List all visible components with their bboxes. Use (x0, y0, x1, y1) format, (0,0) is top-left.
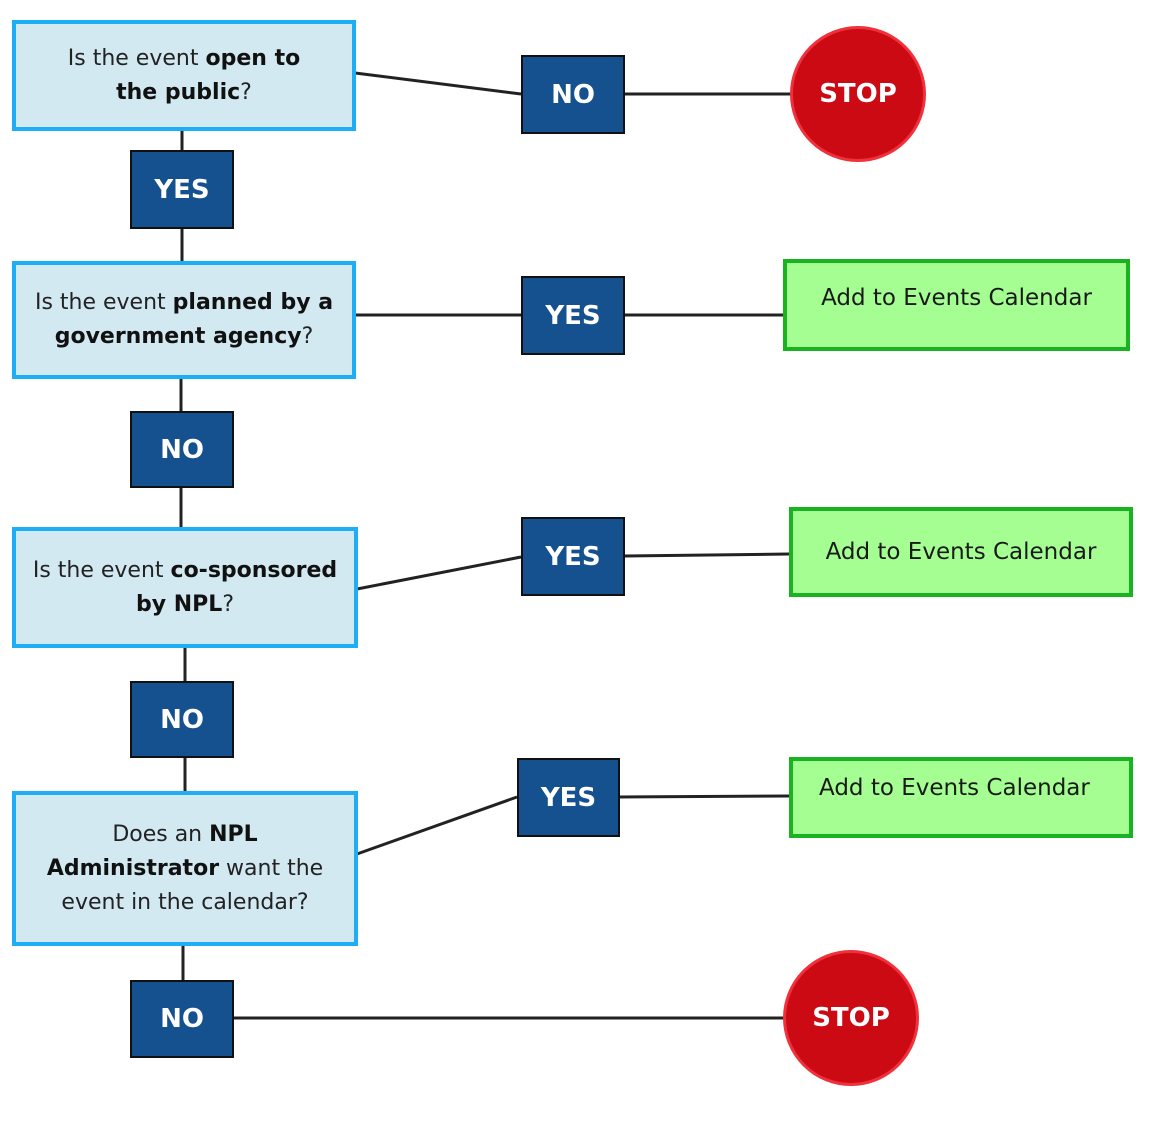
action-text: Add to Events Calendar (821, 285, 1092, 311)
add-to-calendar-node: Add to Events Calendar (789, 507, 1133, 597)
yes-label: YES (130, 150, 234, 229)
question-co-sponsored: Is the event co-sponsored by NPL? (12, 527, 358, 648)
action-text: Add to Events Calendar (819, 775, 1090, 801)
connector (356, 555, 522, 591)
question-text: Does an (112, 821, 210, 847)
action-text: Add to Events Calendar (825, 539, 1097, 565)
no-label: NO (521, 55, 625, 134)
connector (356, 795, 518, 856)
connector (354, 71, 522, 96)
question-text: Is the event (67, 45, 206, 71)
yes-label: YES (517, 758, 620, 837)
question-text: ? (222, 591, 234, 617)
add-to-calendar-node: Add to Events Calendar (789, 757, 1133, 838)
question-text: ? (301, 324, 314, 349)
no-label: NO (130, 411, 234, 488)
question-text: Is the event (34, 290, 173, 315)
stop-node: STOP (790, 26, 926, 162)
question-open-to-public: Is the event open to the public? (12, 20, 356, 131)
add-to-calendar-node: Add to Events Calendar (783, 259, 1130, 351)
question-text: Is the event (32, 557, 171, 583)
question-npl-administrator: Does an NPL Administrator want the event… (12, 791, 358, 946)
connector (618, 794, 790, 799)
no-label: NO (130, 681, 234, 758)
no-label: NO (130, 980, 234, 1058)
stop-node: STOP (783, 950, 919, 1086)
yes-label: YES (521, 276, 625, 355)
yes-label: YES (521, 517, 625, 596)
question-text: ? (240, 79, 252, 105)
question-government-agency: Is the event planned by a government age… (12, 261, 356, 379)
connector (623, 552, 790, 558)
